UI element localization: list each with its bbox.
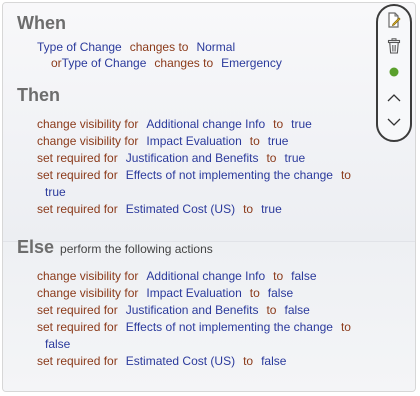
- action-value[interactable]: true: [261, 202, 282, 216]
- trash-icon: [387, 38, 401, 54]
- action-type[interactable]: change visibility for: [37, 134, 138, 148]
- delete-button[interactable]: [378, 36, 410, 56]
- then-action-row-continued[interactable]: true: [45, 184, 66, 200]
- else-action-row-continued[interactable]: false: [45, 336, 70, 352]
- action-value[interactable]: false: [291, 269, 316, 283]
- condition-field[interactable]: Type of Change: [37, 40, 122, 54]
- rule-toolbar: [376, 4, 412, 142]
- action-field[interactable]: Justification and Benefits: [126, 151, 259, 165]
- else-heading: Else: [17, 237, 55, 257]
- action-value[interactable]: true: [284, 151, 305, 165]
- when-heading: When: [17, 13, 66, 33]
- else-action-row[interactable]: change visibility for Impact Evaluation to…: [37, 285, 293, 301]
- action-field[interactable]: Justification and Benefits: [126, 303, 259, 317]
- condition-operator[interactable]: changes to: [130, 40, 189, 54]
- action-field[interactable]: Impact Evaluation: [146, 134, 241, 148]
- action-value[interactable]: false: [261, 354, 286, 368]
- action-to: to: [340, 168, 351, 182]
- action-field[interactable]: Estimated Cost (US): [126, 202, 235, 216]
- then-action-row[interactable]: change visibility for Additional change I…: [37, 116, 312, 132]
- rule-card: When Type of Change changes to Normal orTy…: [2, 2, 416, 392]
- action-field[interactable]: Effects of not implementing the change: [126, 168, 333, 182]
- condition-value[interactable]: Emergency: [221, 56, 282, 70]
- then-action-row[interactable]: set required for Justification and Benefi…: [37, 150, 305, 166]
- action-field[interactable]: Additional change Info: [146, 269, 265, 283]
- action-to: to: [249, 286, 260, 300]
- action-type[interactable]: set required for: [37, 168, 118, 182]
- action-type[interactable]: set required for: [37, 303, 118, 317]
- action-to: to: [266, 303, 277, 317]
- status-dot-icon: [389, 67, 399, 77]
- action-field[interactable]: Additional change Info: [146, 117, 265, 131]
- move-down-button[interactable]: [378, 112, 410, 132]
- chevron-down-icon: [387, 118, 401, 126]
- action-to: to: [340, 320, 351, 334]
- action-type[interactable]: change visibility for: [37, 269, 138, 283]
- else-action-row[interactable]: set required for Estimated Cost (US) to fal…: [37, 353, 286, 369]
- action-value[interactable]: false: [45, 337, 70, 351]
- condition-conjunction: or: [51, 56, 62, 70]
- action-type[interactable]: change visibility for: [37, 286, 138, 300]
- action-to: to: [249, 134, 260, 148]
- action-type[interactable]: change visibility for: [37, 117, 138, 131]
- action-type[interactable]: set required for: [37, 320, 118, 334]
- then-action-row[interactable]: set required for Estimated Cost (US) to tru…: [37, 201, 282, 217]
- action-type[interactable]: set required for: [37, 151, 118, 165]
- else-action-row[interactable]: set required for Effects of not implement…: [37, 319, 351, 335]
- else-action-row[interactable]: set required for Justification and Benefi…: [37, 302, 310, 318]
- condition-operator[interactable]: changes to: [154, 56, 213, 70]
- then-heading: Then: [17, 85, 60, 105]
- then-action-row[interactable]: change visibility for Impact Evaluation to…: [37, 133, 288, 149]
- action-to: to: [273, 269, 284, 283]
- action-to: to: [273, 117, 284, 131]
- else-action-row[interactable]: change visibility for Additional change I…: [37, 268, 317, 284]
- action-to: to: [243, 354, 254, 368]
- action-field[interactable]: Estimated Cost (US): [126, 354, 235, 368]
- move-up-button[interactable]: [378, 88, 410, 108]
- action-to: to: [266, 151, 277, 165]
- action-to: to: [243, 202, 254, 216]
- action-value[interactable]: false: [268, 286, 293, 300]
- action-value[interactable]: true: [268, 134, 289, 148]
- status-toggle-button[interactable]: [378, 62, 410, 82]
- condition-row[interactable]: Type of Change changes to Normal: [37, 39, 235, 55]
- condition-row[interactable]: orType of Change changes to Emergency: [51, 55, 282, 71]
- action-field[interactable]: Effects of not implementing the change: [126, 320, 333, 334]
- then-action-row[interactable]: set required for Effects of not implement…: [37, 167, 351, 183]
- action-type[interactable]: set required for: [37, 202, 118, 216]
- else-heading-row: Else perform the following actions: [17, 237, 213, 258]
- condition-value[interactable]: Normal: [196, 40, 235, 54]
- condition-field[interactable]: Type of Change: [62, 56, 147, 70]
- action-value[interactable]: true: [291, 117, 312, 131]
- action-field[interactable]: Impact Evaluation: [146, 286, 241, 300]
- edit-button[interactable]: [378, 10, 410, 30]
- edit-icon: [388, 12, 401, 28]
- else-subheading: perform the following actions: [60, 242, 213, 256]
- action-type[interactable]: set required for: [37, 354, 118, 368]
- action-value[interactable]: true: [45, 185, 66, 199]
- action-value[interactable]: false: [284, 303, 309, 317]
- chevron-up-icon: [387, 94, 401, 102]
